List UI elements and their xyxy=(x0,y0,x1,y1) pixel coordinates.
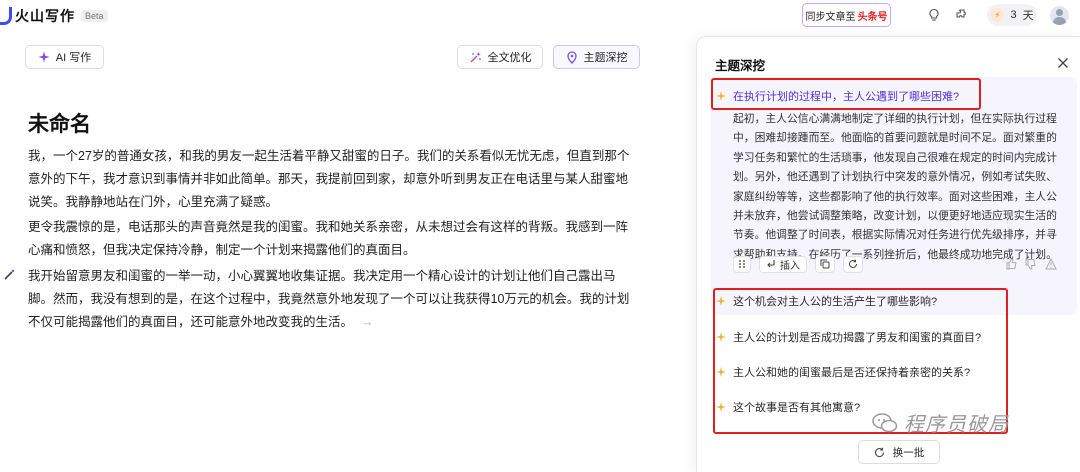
watermark: 程序员破局 xyxy=(872,408,1009,437)
topic-explore-button[interactable]: 主题深挖 xyxy=(553,45,640,69)
paragraph-1[interactable]: 我，一个27岁的普通女孩，和我的男友一起生活着平静又甜蜜的日子。我们的关系看似无… xyxy=(28,145,638,214)
wechat-icon xyxy=(872,412,898,432)
sparkle-icon xyxy=(38,51,50,63)
watermark-text: 程序员破局 xyxy=(904,414,1009,436)
copy-icon[interactable] xyxy=(815,255,835,273)
days-unit: 天 xyxy=(1022,10,1034,22)
thumbs-up-icon[interactable] xyxy=(1006,257,1018,270)
highlight-box xyxy=(711,78,981,110)
refresh-questions-button[interactable]: 换一批 xyxy=(858,440,940,464)
sync-brand: 头条号 xyxy=(857,11,888,23)
refresh-icon xyxy=(874,447,884,457)
topic-explore-panel: 主题深挖 在执行计划的过程中，主人公遇到了哪些困难? 起初，主人公信心满满地制定… xyxy=(696,36,1080,472)
warning-icon[interactable] xyxy=(1045,257,1057,270)
bulb-icon[interactable] xyxy=(925,6,943,24)
insert-button[interactable]: 插入 xyxy=(759,255,807,273)
edit-pen-icon[interactable] xyxy=(2,268,16,282)
regenerate-icon[interactable] xyxy=(843,255,863,273)
topic-explore-label: 主题深挖 xyxy=(583,52,628,64)
sync-label: 同步文章至 xyxy=(805,11,856,23)
ai-write-label: AI 写作 xyxy=(55,52,92,64)
answer-toolbar: 插入 xyxy=(733,255,863,273)
plugin-icon[interactable] xyxy=(953,6,971,24)
app-name: 火山写作 xyxy=(15,8,75,24)
continue-arrow-icon[interactable]: → xyxy=(361,315,374,329)
top-bar: 火山写作 Beta 同步文章至 头条号 ⚡ 3 天 xyxy=(0,0,1080,32)
drag-handle-icon[interactable] xyxy=(733,255,751,273)
thumbs-down-icon[interactable] xyxy=(1025,257,1037,270)
full-text-optimize-label: 全文优化 xyxy=(487,52,532,64)
paragraph-3[interactable]: 我开始留意男友和闺蜜的一举一动，小心翼翼地收集证据。我决定用一个精心设计的计划让… xyxy=(28,265,638,334)
days-count: 3 xyxy=(1010,9,1017,21)
streak-days-badge[interactable]: ⚡ 3 天 xyxy=(987,4,1037,26)
app-logo[interactable]: 火山写作 Beta xyxy=(0,6,108,26)
magic-wand-icon xyxy=(470,51,481,62)
paragraph-3-text: 我开始留意男友和闺蜜的一举一动，小心翼翼地收集证据。我决定用一个精心设计的计划让… xyxy=(28,269,630,329)
answer-text: 起初，主人公信心满满地制定了详细的执行计划，但在实际执行过程中，困难却接踵而至。… xyxy=(733,113,1057,261)
sync-article-button[interactable]: 同步文章至 头条号 xyxy=(802,3,891,27)
paragraph-2[interactable]: 更令我震惊的是，电话那头的声音竟然是我的闺蜜。我和她关系亲密，从未想过会有这样的… xyxy=(28,216,638,262)
insert-label: 插入 xyxy=(780,260,800,272)
ai-write-button[interactable]: AI 写作 xyxy=(25,45,104,69)
logo-mark-icon xyxy=(0,7,12,25)
location-pin-icon xyxy=(566,50,577,64)
beta-badge: Beta xyxy=(81,10,108,22)
panel-title: 主题深挖 xyxy=(715,59,766,73)
avatar[interactable] xyxy=(1050,6,1069,25)
insert-icon xyxy=(767,260,775,268)
full-text-optimize-button[interactable]: 全文优化 xyxy=(457,45,543,69)
refresh-label: 换一批 xyxy=(892,446,925,459)
bolt-icon: ⚡ xyxy=(990,8,1005,22)
close-icon[interactable] xyxy=(1057,56,1069,68)
document-title[interactable]: 未命名 xyxy=(28,108,91,138)
